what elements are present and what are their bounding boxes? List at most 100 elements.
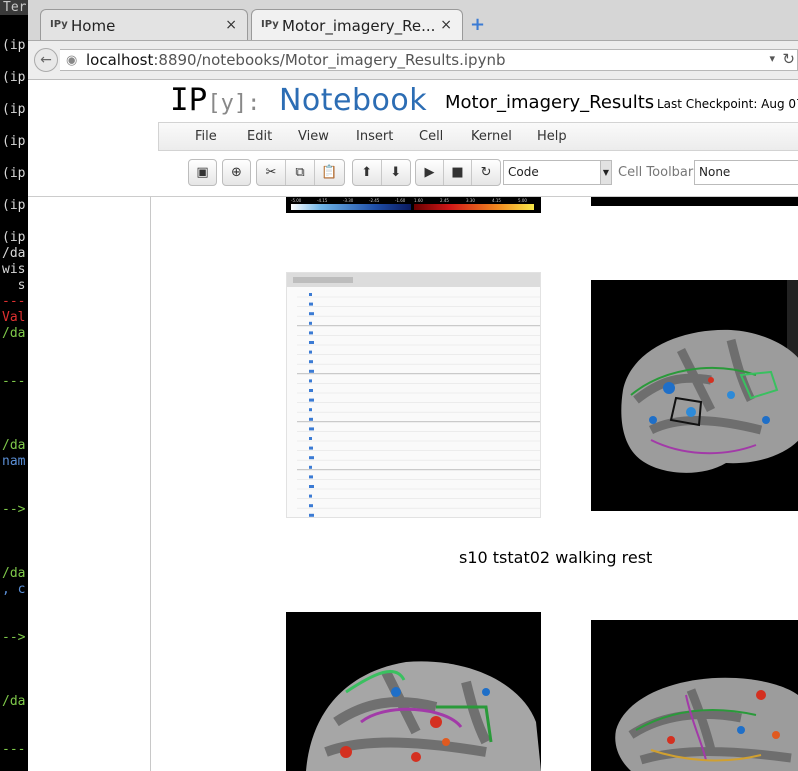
terminal-line: ---	[2, 294, 26, 309]
notebook-content: -5.00 -4.15 -3.30 -2.45 -1.60 1.60 2.45 3.30 4.1…	[28, 197, 798, 771]
terminal-line: /da	[2, 694, 26, 709]
colorbar-tick-label: 3.30	[466, 198, 475, 203]
terminal-line: /da	[2, 566, 26, 581]
tab-label: Motor_imagery_Re...	[282, 17, 436, 35]
back-arrow-icon[interactable]: ←	[34, 48, 58, 72]
ipython-logo[interactable]: IP[y]: Notebook	[170, 82, 427, 118]
insert-group: ⊕	[222, 159, 251, 186]
move-group: ⬆ ⬇	[352, 159, 411, 186]
url-text[interactable]: localhost:8890/notebooks/Motor_imagery_R…	[86, 51, 506, 69]
colorbar-image: -5.00 -4.15 -3.30 -2.45 -1.60 1.60 2.45 3.30 4.1…	[286, 197, 541, 213]
thumbnail-row-mark	[309, 408, 312, 412]
colorbar-tick-label: 2.45	[440, 198, 449, 203]
colorbar-tick-label: 4.15	[492, 198, 501, 203]
browser-window: IPy Home × IPy Motor_imagery_Re... × + ←…	[28, 0, 798, 771]
colorbar-tick-label: -4.15	[317, 198, 328, 203]
ipython-favicon-icon: IPy	[261, 19, 279, 30]
notebook-name[interactable]: Motor_imagery_Results	[445, 92, 654, 113]
tab-home[interactable]: IPy Home ×	[40, 9, 248, 40]
colorbar-tick-label: -3.30	[343, 198, 354, 203]
close-tab-icon[interactable]: ×	[440, 17, 452, 33]
thumbnail-row-mark	[309, 485, 314, 488]
prompt-divider	[150, 197, 151, 771]
screenshot-thumbnail	[286, 272, 541, 518]
output-label: s10 tstat02 walking rest	[459, 548, 653, 567]
cell-toolbar-select[interactable]: None	[694, 160, 798, 185]
thumbnail-row-mark	[309, 494, 312, 498]
scissors-icon[interactable]: ✂	[257, 160, 286, 185]
terminal-line: (ip	[2, 38, 26, 53]
play-icon[interactable]: ▶	[416, 160, 445, 185]
thumbnail-row-mark	[309, 350, 312, 354]
thumbnail-row-mark	[309, 389, 313, 392]
save-icon[interactable]: ▣	[189, 160, 216, 185]
menu-help[interactable]: Help	[537, 129, 567, 144]
thumbnail-row-mark	[309, 398, 314, 402]
save-group: ▣	[188, 159, 217, 186]
colorbar-tick-label: -5.00	[291, 198, 302, 203]
terminal-line: wis	[2, 262, 26, 277]
thumbnail-row-mark	[309, 369, 314, 373]
brain-image-lateral-bottom	[591, 620, 798, 771]
new-tab-icon[interactable]: +	[470, 14, 485, 35]
colorbar-tick-label: -1.60	[395, 198, 406, 203]
thumbnail-row-mark	[309, 437, 312, 440]
menu-edit[interactable]: Edit	[247, 129, 272, 144]
tab-motor-imagery[interactable]: IPy Motor_imagery_Re... ×	[251, 9, 463, 40]
terminal-title: Ter	[0, 0, 28, 15]
run-group: ▶ ■ ↻	[415, 159, 501, 186]
cell-type-select[interactable]: Code ▼	[503, 160, 612, 185]
brain-image-medial	[286, 612, 541, 771]
last-checkpoint: Last Checkpoint: Aug 07	[657, 97, 798, 111]
menu-kernel[interactable]: Kernel	[471, 129, 512, 144]
menu-bar: File Edit View Insert Cell Kernel Help	[158, 122, 798, 151]
terminal-line: s	[2, 278, 26, 293]
terminal-line: -->	[2, 502, 26, 517]
terminal-line: , c	[2, 582, 26, 597]
terminal-line: /da	[2, 246, 26, 261]
cell-toolbar-label: Cell Toolbar:	[618, 165, 698, 180]
thumbnail-row-mark	[309, 312, 314, 316]
thumbnail-row-mark	[309, 456, 314, 460]
thumbnail-row-mark	[309, 379, 312, 383]
terminal-line: /da	[2, 326, 26, 341]
thumbnail-row-mark	[309, 331, 313, 335]
plus-icon[interactable]: ⊕	[223, 160, 250, 185]
thumbnail-row-mark	[309, 504, 313, 508]
globe-icon: ◉	[66, 53, 78, 68]
ipython-favicon-icon: IPy	[50, 19, 68, 30]
paste-icon[interactable]: 📋	[315, 160, 344, 185]
arrow-down-icon[interactable]: ⬇	[382, 160, 410, 185]
restart-icon[interactable]: ↻	[472, 160, 500, 185]
thumbnail-row-mark	[309, 293, 312, 296]
arrow-up-icon[interactable]: ⬆	[353, 160, 382, 185]
terminal-line: /da	[2, 438, 26, 453]
edit-group: ✂ ⧉ 📋	[256, 159, 345, 186]
thumbnail-row-mark	[309, 446, 313, 450]
terminal-line: -->	[2, 630, 26, 645]
menu-view[interactable]: View	[298, 129, 329, 144]
url-dropdown-icon[interactable]: ▾	[769, 52, 775, 65]
terminal-line: Val	[2, 310, 26, 325]
thumbnail-row-mark	[309, 465, 312, 469]
copy-icon[interactable]: ⧉	[286, 160, 315, 185]
reload-icon[interactable]: ↻	[782, 50, 795, 68]
ipython-header: IP[y]: Notebook Motor_imagery_Results La…	[28, 80, 798, 122]
stop-icon[interactable]: ■	[444, 160, 473, 185]
menu-file[interactable]: File	[195, 129, 217, 144]
url-bar[interactable]: ◉ localhost:8890/notebooks/Motor_imagery…	[60, 49, 798, 71]
terminal-line: (ip	[2, 198, 26, 213]
menu-cell[interactable]: Cell	[419, 129, 443, 144]
thumbnail-row-mark	[309, 427, 314, 431]
colorbar-tick-label: -2.45	[369, 198, 380, 203]
thumbnail-row-mark	[309, 341, 314, 344]
terminal-line: ---	[2, 374, 26, 389]
terminal-line: ---	[2, 742, 26, 757]
close-tab-icon[interactable]: ×	[225, 17, 237, 33]
menu-insert[interactable]: Insert	[356, 129, 393, 144]
navigation-bar: ← ◉ localhost:8890/notebooks/Motor_image…	[28, 41, 798, 80]
terminal-line: (ip	[2, 102, 26, 117]
notebook-toolbar: ▣ ⊕ ✂ ⧉ 📋 ⬆ ⬇ ▶ ■ ↻ Code ▼ Cell Toolbar:…	[28, 152, 798, 197]
tab-bar: IPy Home × IPy Motor_imagery_Re... × +	[28, 0, 798, 41]
thumbnail-row-mark	[309, 360, 313, 364]
